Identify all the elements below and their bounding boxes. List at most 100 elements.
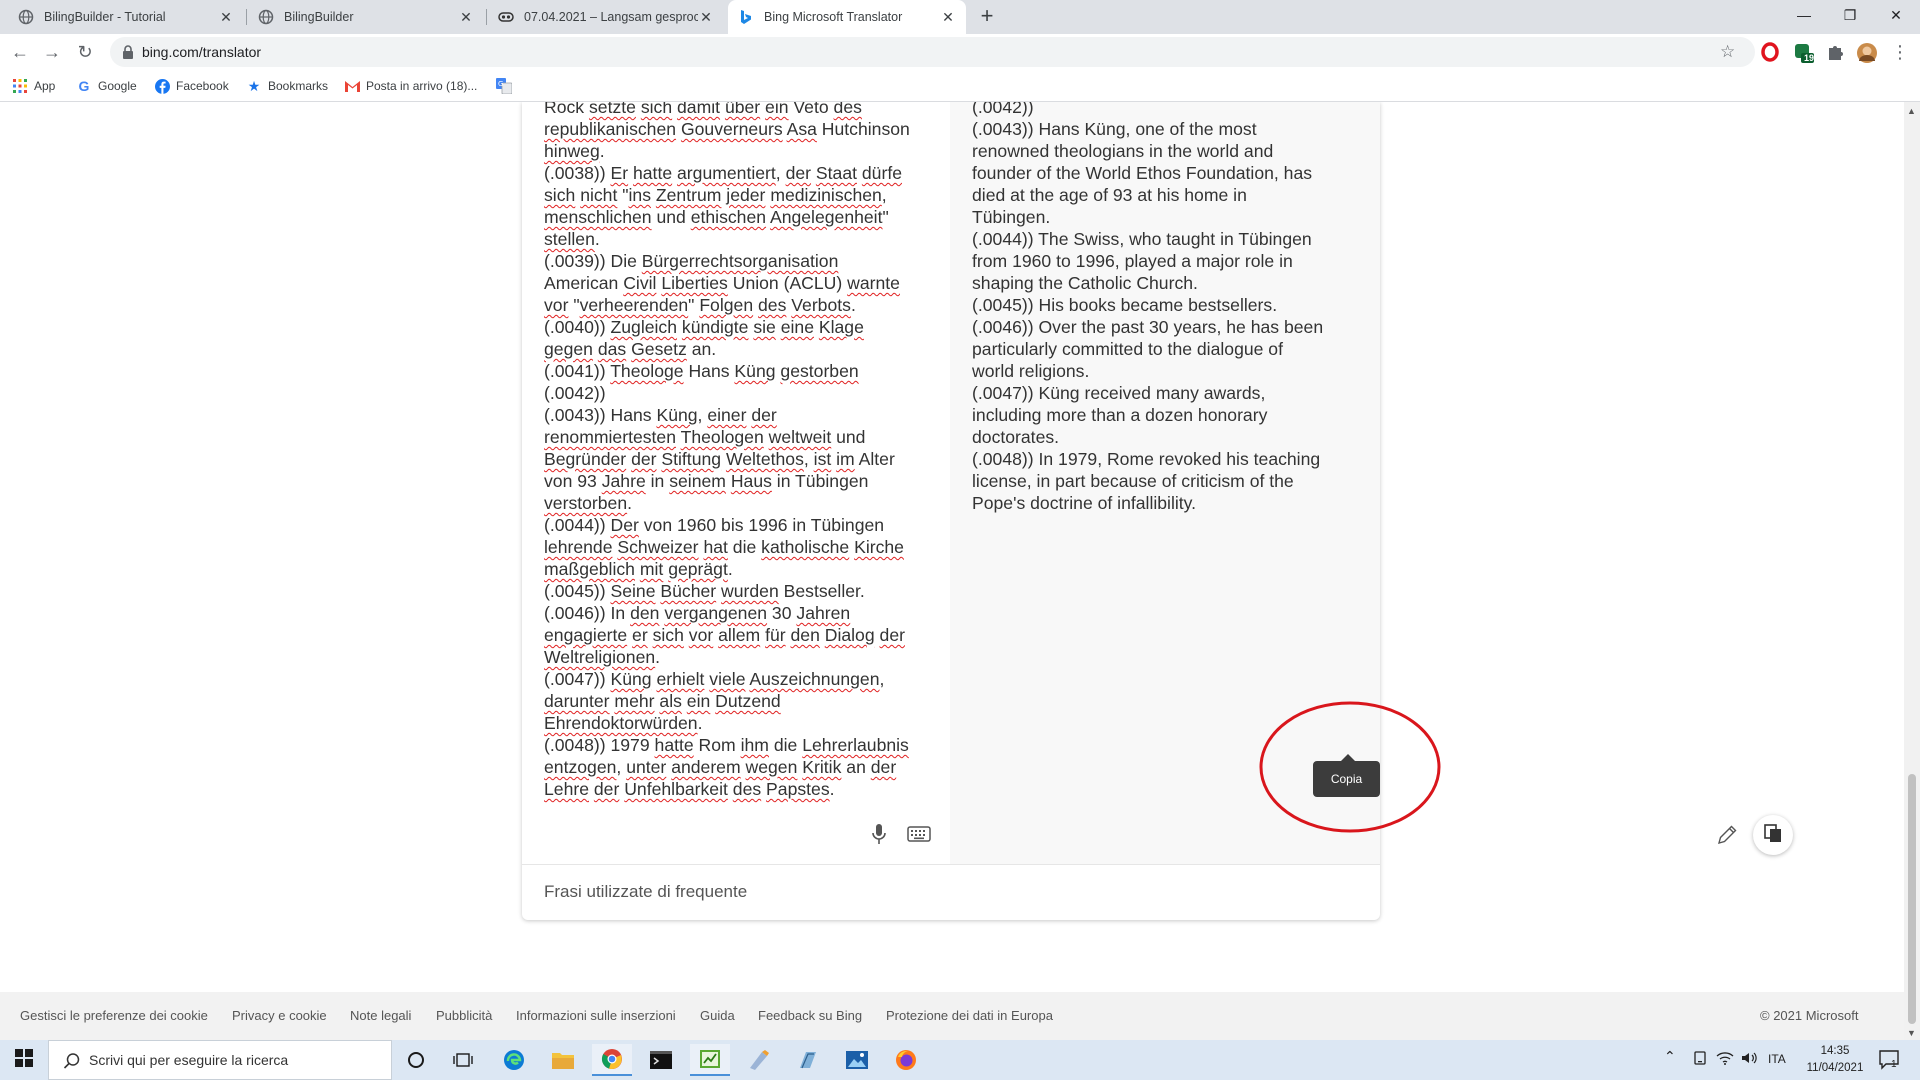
new-tab-button[interactable]: + [975, 5, 999, 29]
source-textarea[interactable]: Rock setzte sich damit über ein Veto des… [544, 102, 939, 800]
chrome-icon[interactable] [592, 1044, 632, 1076]
translation-line: from 1960 to 1996, played a major role i… [972, 251, 1293, 271]
spellcheck-word: Papstes [766, 779, 830, 799]
notes-app-icon[interactable] [788, 1044, 828, 1076]
source-text-fragment: Rom [693, 735, 741, 755]
spellcheck-word: sich [640, 102, 673, 117]
wifi-icon[interactable] [1716, 1050, 1734, 1069]
tray-overflow-icon[interactable]: ⌃ [1664, 1048, 1676, 1065]
spellcheck-word: Theologe [610, 361, 684, 381]
firefox-icon[interactable] [886, 1044, 926, 1076]
spellcheck-word: allem [718, 625, 761, 645]
taskbar-search-placeholder: Scrivi qui per eseguire la ricerca [89, 1052, 289, 1068]
tray-device-icon[interactable] [1692, 1050, 1708, 1069]
source-line: (.0047)) Küng erhielt viele Auszeichnung… [544, 668, 939, 690]
spellcheck-word: mit [639, 559, 664, 579]
bookmark-bookmarks[interactable]: ★ Bookmarks [246, 76, 328, 96]
spellcheck-word: der [593, 779, 620, 799]
minimize-button[interactable]: — [1781, 0, 1827, 30]
close-tab-icon[interactable]: ✕ [218, 9, 234, 25]
source-line: (.0046)) In den vergangenen 30 Jahren [544, 602, 939, 624]
bookmark-label: Google [98, 79, 137, 93]
spellcheck-word: er [632, 625, 648, 645]
frequent-phrases-bar[interactable]: Frasi utilizzate di frequente [522, 864, 1380, 920]
forward-button[interactable]: → [40, 40, 64, 64]
spellcheck-word: Lehre [544, 779, 589, 799]
bookmark-apps[interactable]: App [12, 76, 55, 96]
tab-bilingbuilder-tutorial[interactable]: BilingBuilder - Tutorial ✕ [8, 0, 244, 34]
tab-langsam-gesprochen[interactable]: 07.04.2021 – Langsam gesproche ✕ [488, 0, 724, 34]
footer-link-feedback[interactable]: Feedback su Bing [758, 1008, 862, 1023]
tab-bilingbuilder[interactable]: BilingBuilder ✕ [248, 0, 484, 34]
footer-link-legal[interactable]: Note legali [350, 1008, 411, 1023]
spellcheck-word: Unfehlbarkeit [624, 779, 728, 799]
source-text-fragment: (.0040)) [544, 317, 611, 337]
page-scrollbar[interactable]: ▲ ▼ [1904, 102, 1920, 1040]
microphone-icon[interactable] [867, 822, 891, 846]
spellcheck-word: Zugleich [610, 317, 678, 337]
start-button[interactable] [0, 1040, 48, 1080]
close-tab-icon[interactable]: ✕ [940, 9, 956, 25]
task-view-icon[interactable] [443, 1044, 483, 1076]
terminal-icon[interactable] [641, 1044, 681, 1076]
bookmark-google[interactable]: G Google [76, 76, 137, 96]
spreadsheet-app-icon[interactable] [690, 1044, 730, 1076]
profile-avatar[interactable] [1856, 42, 1877, 63]
bookmark-label: Bookmarks [268, 79, 329, 93]
restore-button[interactable]: ❐ [1827, 0, 1873, 30]
spellcheck-word: Begründer [544, 449, 627, 469]
close-tab-icon[interactable]: ✕ [698, 9, 714, 25]
volume-icon[interactable] [1740, 1050, 1758, 1069]
lock-icon[interactable] [122, 45, 134, 64]
input-language-indicator[interactable]: ITA [1768, 1052, 1786, 1066]
bookmark-star-icon[interactable]: ☆ [1720, 42, 1735, 62]
footer-link-data-protection[interactable]: Protezione dei dati in Europa [886, 1008, 1053, 1023]
cortana-icon[interactable] [396, 1044, 436, 1076]
source-text-pane[interactable]: Rock setzte sich damit über ein Veto des… [522, 102, 950, 864]
spellcheck-word: hat [703, 537, 728, 557]
bookmark-facebook[interactable]: Facebook [154, 76, 229, 96]
footer-link-help[interactable]: Guida [700, 1008, 735, 1023]
bookmark-gmail[interactable]: Posta in arrivo (18)... [344, 76, 477, 96]
tab-bing-translator[interactable]: Bing Microsoft Translator ✕ [728, 0, 966, 34]
browser-menu-icon[interactable]: ⋮ [1890, 42, 1910, 62]
spellcheck-word: gestorben [780, 361, 859, 381]
scroll-up-arrow-icon[interactable]: ▲ [1907, 106, 1916, 116]
spellcheck-word: Staat [815, 163, 857, 183]
spellcheck-word: weltweit [768, 427, 832, 447]
file-explorer-icon[interactable] [543, 1044, 583, 1076]
scrollbar-thumb[interactable] [1908, 774, 1916, 1024]
footer-link-privacy[interactable]: Privacy e cookie [232, 1008, 327, 1023]
reload-button[interactable]: ↻ [73, 40, 97, 64]
source-text-fragment: 30 [767, 603, 797, 623]
extensions-puzzle-icon[interactable] [1825, 42, 1845, 62]
keyboard-icon[interactable] [906, 822, 934, 846]
footer-link-cookie-preferences[interactable]: Gestisci le preferenze dei cookie [20, 1008, 208, 1023]
translation-line: including more than a dozen honorary [972, 405, 1268, 425]
bookmark-translate[interactable]: G [496, 76, 518, 96]
spellcheck-word: Zentrum [655, 185, 722, 205]
copy-button[interactable] [1753, 815, 1793, 855]
translation-line: license, in part because of criticism of… [972, 471, 1294, 491]
close-window-button[interactable]: ✕ [1873, 0, 1919, 30]
paint-brush-app-icon[interactable] [739, 1044, 779, 1076]
edge-icon[interactable] [494, 1044, 534, 1076]
spellcheck-word: sie [753, 317, 776, 337]
taskbar-search-box[interactable]: Scrivi qui per eseguire la ricerca [48, 1040, 392, 1080]
back-button[interactable]: ← [8, 40, 32, 64]
source-text-fragment: (.0047)) [544, 669, 611, 689]
extension-badge-icon[interactable]: 19 [1793, 42, 1814, 63]
footer-link-advertising[interactable]: Pubblicità [436, 1008, 492, 1023]
footer-link-ad-info[interactable]: Informazioni sulle inserzioni [516, 1008, 676, 1023]
spellcheck-word: hatte [654, 735, 694, 755]
edit-pencil-icon[interactable] [1714, 822, 1740, 848]
close-tab-icon[interactable]: ✕ [458, 9, 474, 25]
photos-app-icon[interactable] [837, 1044, 877, 1076]
opera-icon[interactable] [1760, 42, 1780, 62]
scroll-down-arrow-icon[interactable]: ▼ [1907, 1028, 1916, 1038]
star-icon: ★ [247, 77, 261, 94]
address-bar[interactable]: bing.com/translator ☆ [110, 37, 1755, 67]
spellcheck-word: vor [544, 295, 569, 315]
notification-center-icon[interactable]: 1 [1878, 1048, 1900, 1073]
taskbar-clock[interactable]: 14:35 11/04/2021 [1800, 1043, 1870, 1077]
